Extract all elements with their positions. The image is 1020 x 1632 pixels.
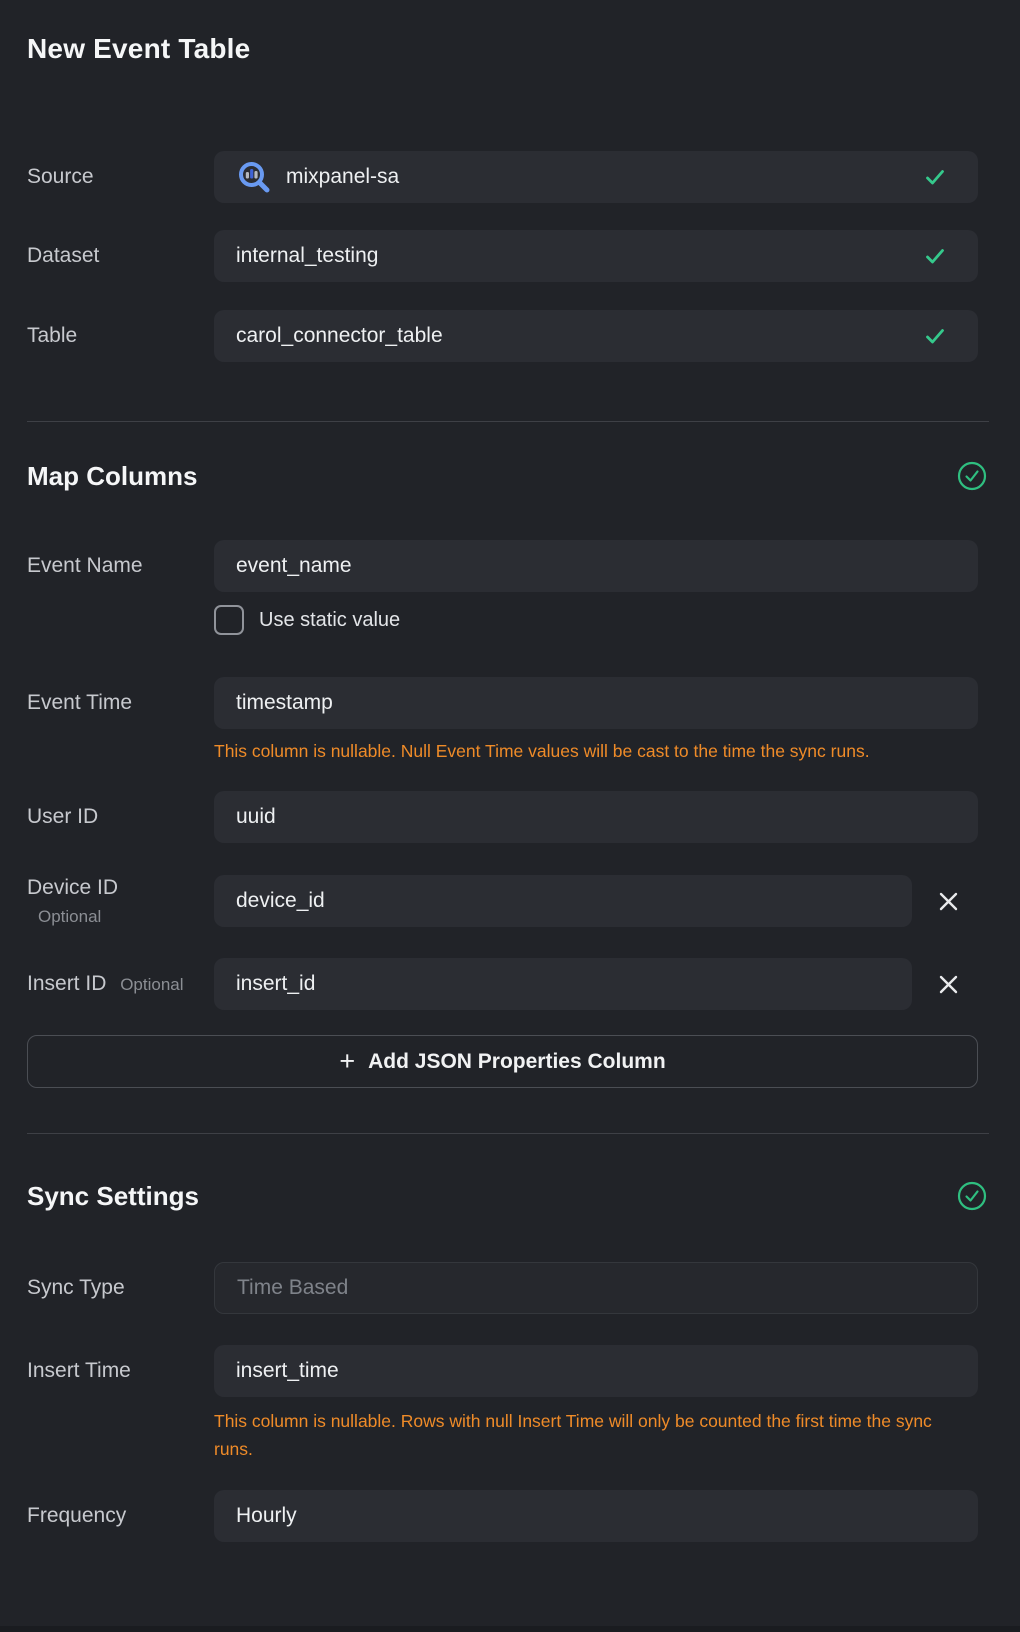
remove-device-id-button[interactable] xyxy=(933,886,963,916)
table-label: Table xyxy=(27,324,214,348)
sync-type-label: Sync Type xyxy=(27,1276,214,1300)
remove-insert-id-button[interactable] xyxy=(933,969,963,999)
add-json-properties-label: Add JSON Properties Column xyxy=(368,1050,666,1074)
device-id-row: Device ID Optional device_id xyxy=(27,875,978,927)
event-name-field[interactable]: event_name xyxy=(214,540,978,592)
table-row: Table carol_connector_table xyxy=(27,310,978,362)
insert-time-warning: This column is nullable. Rows with null … xyxy=(214,1407,944,1463)
sync-settings-heading: Sync Settings xyxy=(27,1180,199,1212)
event-time-row: Event Time timestamp xyxy=(27,677,978,729)
insert-id-row: Insert ID Optional insert_id xyxy=(27,958,978,1010)
plus-icon: + xyxy=(339,1048,355,1075)
event-time-field[interactable]: timestamp xyxy=(214,677,978,729)
section-divider xyxy=(27,421,989,422)
dataset-field[interactable]: internal_testing xyxy=(214,230,978,282)
section-divider xyxy=(27,1133,989,1134)
device-id-field[interactable]: device_id xyxy=(214,875,912,927)
insert-time-value: insert_time xyxy=(236,1359,339,1383)
event-time-warning: This column is nullable. Null Event Time… xyxy=(214,737,944,765)
sync-type-row: Sync Type Time Based xyxy=(27,1262,978,1314)
user-id-row: User ID uuid xyxy=(27,791,978,843)
source-valid-check-icon xyxy=(922,164,948,190)
insert-id-optional-label: Optional xyxy=(120,975,183,994)
sync-settings-heading-row: Sync Settings xyxy=(27,1180,978,1212)
dataset-valid-check-icon xyxy=(922,243,948,269)
insert-id-label: Insert ID Optional xyxy=(27,972,214,996)
dataset-label: Dataset xyxy=(27,244,214,268)
dataset-value: internal_testing xyxy=(236,244,378,268)
user-id-field[interactable]: uuid xyxy=(214,791,978,843)
use-static-value-label: Use static value xyxy=(259,609,400,632)
frequency-value: Hourly xyxy=(236,1504,297,1528)
source-label: Source xyxy=(27,165,214,189)
dataset-row: Dataset internal_testing xyxy=(27,230,978,282)
event-name-row: Event Name event_name xyxy=(27,540,978,592)
add-json-properties-button[interactable]: + Add JSON Properties Column xyxy=(27,1035,978,1088)
use-static-value-row: Use static value xyxy=(214,605,978,635)
insert-id-label-text: Insert ID xyxy=(27,972,106,995)
insert-id-field[interactable]: insert_id xyxy=(214,958,912,1010)
sync-type-value: Time Based xyxy=(237,1276,348,1300)
source-row: Source mixpanel-sa xyxy=(27,151,978,203)
map-columns-heading: Map Columns xyxy=(27,460,197,492)
insert-time-row: Insert Time insert_time xyxy=(27,1345,978,1397)
page-title: New Event Table xyxy=(27,33,978,65)
bottom-edge-strip xyxy=(0,1626,1020,1632)
device-id-label-text: Device ID xyxy=(27,876,118,899)
insert-id-value: insert_id xyxy=(236,972,315,996)
user-id-label: User ID xyxy=(27,805,214,829)
frequency-field[interactable]: Hourly xyxy=(214,1490,978,1542)
event-name-value: event_name xyxy=(236,554,352,578)
insert-time-field[interactable]: insert_time xyxy=(214,1345,978,1397)
event-name-label: Event Name xyxy=(27,554,214,578)
map-columns-complete-check-icon xyxy=(957,461,987,491)
event-time-value: timestamp xyxy=(236,691,333,715)
device-id-label: Device ID Optional xyxy=(27,876,214,927)
new-event-table-form: New Event Table Source mixpanel-sa Datas… xyxy=(0,0,1020,1632)
device-id-optional-label: Optional xyxy=(27,907,214,927)
table-value: carol_connector_table xyxy=(236,324,443,348)
table-field[interactable]: carol_connector_table xyxy=(214,310,978,362)
table-valid-check-icon xyxy=(922,323,948,349)
insert-time-label: Insert Time xyxy=(27,1359,214,1383)
close-icon xyxy=(936,889,961,914)
map-columns-heading-row: Map Columns xyxy=(27,460,978,492)
source-field[interactable]: mixpanel-sa xyxy=(214,151,978,203)
event-time-label: Event Time xyxy=(27,691,214,715)
frequency-row: Frequency Hourly xyxy=(27,1490,978,1542)
sync-settings-complete-check-icon xyxy=(957,1181,987,1211)
use-static-value-checkbox[interactable] xyxy=(214,605,244,635)
bigquery-icon xyxy=(236,159,272,195)
source-value: mixpanel-sa xyxy=(286,165,399,189)
user-id-value: uuid xyxy=(236,805,276,829)
close-icon xyxy=(936,972,961,997)
device-id-value: device_id xyxy=(236,889,325,913)
sync-type-field: Time Based xyxy=(214,1262,978,1314)
frequency-label: Frequency xyxy=(27,1504,214,1528)
